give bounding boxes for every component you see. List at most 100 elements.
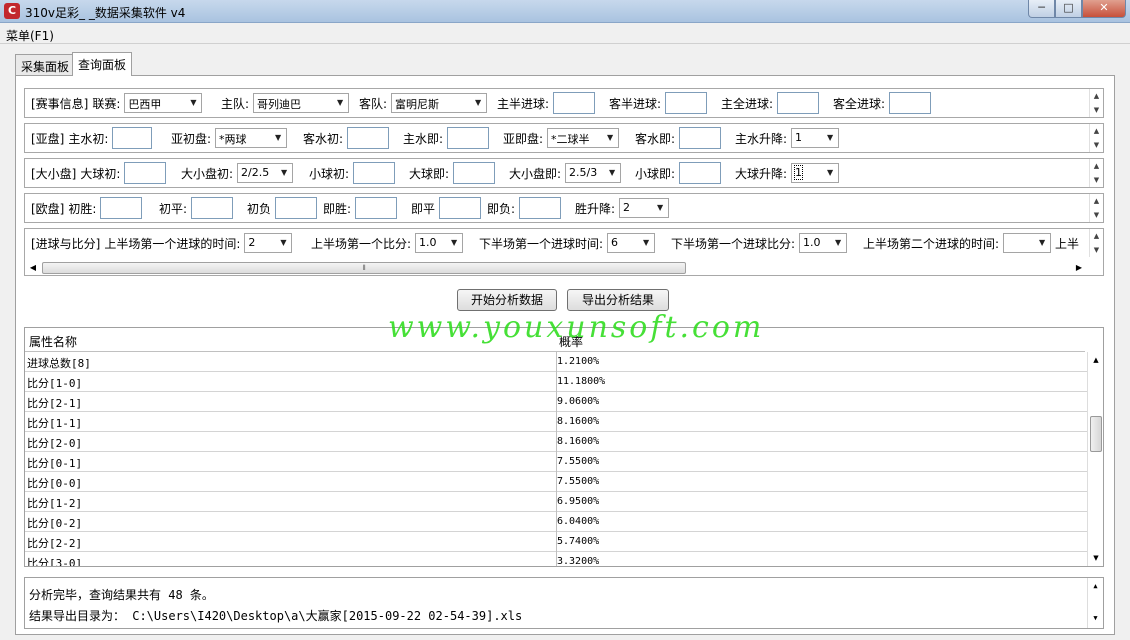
- over-now-input[interactable]: [453, 162, 496, 184]
- watermark: www.youxunsoft.com: [388, 310, 765, 345]
- home-half-goals-input[interactable]: [553, 92, 596, 114]
- table-row[interactable]: 比分[0-0] 7.5500%: [25, 472, 1087, 492]
- table-scrollbar[interactable]: ▲ ▼: [1087, 352, 1103, 566]
- h1-first-score-select[interactable]: 1.0 ▼: [415, 233, 464, 253]
- line-now-select[interactable]: 2.5/3 ▼: [565, 163, 622, 183]
- close-button[interactable]: ✕: [1082, 0, 1126, 18]
- table-row[interactable]: 进球总数[8] 1.2100%: [25, 352, 1087, 372]
- scroll-thumb[interactable]: ⦀: [42, 262, 686, 274]
- euro-group-label: [欧盘]: [31, 201, 65, 216]
- draw-init-input[interactable]: [191, 197, 234, 219]
- row-scrollbar[interactable]: ▲ ▼: [1089, 89, 1103, 117]
- scroll-down-icon[interactable]: ▼: [1088, 550, 1103, 566]
- away-half-goals-input[interactable]: [665, 92, 708, 114]
- scroll-down-icon[interactable]: ▼: [1088, 610, 1103, 626]
- chevron-down-icon: ▼: [474, 98, 482, 107]
- under-now-input[interactable]: [679, 162, 722, 184]
- away-water-init-input[interactable]: [347, 127, 390, 149]
- row-scrollbar[interactable]: ▲ ▼: [1089, 159, 1103, 187]
- row-scrollbar[interactable]: ▲ ▼: [1089, 124, 1103, 152]
- away-water-now-input[interactable]: [679, 127, 722, 149]
- scroll-up-icon[interactable]: ▲: [1090, 159, 1103, 173]
- table-row[interactable]: 比分[2-2] 5.7400%: [25, 532, 1087, 552]
- handicap-now-select[interactable]: *二球半 ▼: [547, 128, 620, 148]
- handicap-init-select[interactable]: *两球 ▼: [215, 128, 288, 148]
- table-row[interactable]: 比分[1-1] 8.1600%: [25, 412, 1087, 432]
- lose-init-input[interactable]: [275, 197, 318, 219]
- away-full-goals-input[interactable]: [889, 92, 932, 114]
- scroll-thumb[interactable]: [1090, 416, 1102, 452]
- table-row[interactable]: 比分[0-2] 6.0400%: [25, 512, 1087, 532]
- lose-now-input[interactable]: [519, 197, 562, 219]
- win-now-input[interactable]: [355, 197, 398, 219]
- lose-init-label: 初负: [247, 201, 272, 216]
- scroll-down-icon[interactable]: ▼: [1090, 243, 1103, 257]
- scroll-left-icon[interactable]: ◀: [26, 261, 40, 275]
- log-scrollbar[interactable]: ▲ ▼: [1087, 578, 1103, 628]
- export-button[interactable]: 导出分析结果: [567, 289, 669, 311]
- scroll-down-icon[interactable]: ▼: [1090, 103, 1103, 117]
- table-row[interactable]: 比分[2-0] 8.1600%: [25, 432, 1087, 452]
- home-water-rise-select[interactable]: 1 ▼: [791, 128, 840, 148]
- chevron-down-icon: ▼: [656, 203, 664, 212]
- match-group-label: [赛事信息]: [31, 96, 89, 111]
- away-team-select[interactable]: 富明尼斯 ▼: [391, 93, 488, 113]
- table-row[interactable]: 比分[0-1] 7.5500%: [25, 452, 1087, 472]
- scroll-up-icon[interactable]: ▲: [1088, 578, 1103, 594]
- table-row[interactable]: 比分[1-2] 6.9500%: [25, 492, 1087, 512]
- handicap-init-label: 亚初盘:: [171, 131, 212, 146]
- minimize-button[interactable]: ─: [1028, 0, 1055, 18]
- table-body: 进球总数[8] 1.2100% 比分[1-0] 11.1800% 比分[2-1] 9.…: [25, 352, 1087, 566]
- h2-first-score-label: 下半场第一个进球比分:: [671, 236, 796, 251]
- tab-collect[interactable]: 采集面板: [15, 54, 76, 75]
- line-init-label: 大小盘初:: [181, 166, 234, 181]
- table-row[interactable]: 比分[2-1] 9.0600%: [25, 392, 1087, 412]
- scroll-up-icon[interactable]: ▲: [1090, 124, 1103, 138]
- horizontal-scrollbar[interactable]: ◀ ⦀ ▶: [26, 261, 1086, 275]
- scroll-up-icon[interactable]: ▲: [1090, 229, 1103, 243]
- table-row[interactable]: 比分[3-0] 3.3200%: [25, 552, 1087, 566]
- grip-icon: ⦀: [362, 264, 366, 272]
- line-init-select[interactable]: 2/2.5 ▼: [237, 163, 294, 183]
- win-init-input[interactable]: [100, 197, 143, 219]
- col-name-header[interactable]: 属性名称: [29, 333, 77, 350]
- over-init-input[interactable]: [124, 162, 167, 184]
- draw-now-input[interactable]: [439, 197, 482, 219]
- over-rise-select[interactable]: 1 ▼: [791, 163, 840, 183]
- row-scrollbar[interactable]: ▲ ▼: [1089, 194, 1103, 222]
- h2-first-time-label: 下半场第一个进球时间:: [479, 236, 604, 251]
- home-full-goals-input[interactable]: [777, 92, 820, 114]
- scroll-right-icon[interactable]: ▶: [1072, 261, 1086, 275]
- scroll-down-icon[interactable]: ▼: [1090, 208, 1103, 222]
- over-rise-label: 大球升降:: [735, 166, 788, 181]
- win-now-label: 即胜:: [323, 201, 352, 216]
- tab-query[interactable]: 查询面板: [72, 52, 133, 76]
- maximize-button[interactable]: □: [1055, 0, 1082, 18]
- scroll-up-icon[interactable]: ▲: [1090, 194, 1103, 208]
- home-water-init-label: 主水初:: [68, 131, 109, 146]
- under-init-input[interactable]: [353, 162, 396, 184]
- scroll-up-icon[interactable]: ▲: [1088, 352, 1103, 368]
- league-select[interactable]: 巴西甲 ▼: [124, 93, 203, 113]
- h1-first-time-select[interactable]: 2 ▼: [244, 233, 293, 253]
- win-rise-select[interactable]: 2 ▼: [619, 198, 670, 218]
- scroll-down-icon[interactable]: ▼: [1090, 173, 1103, 187]
- home-water-init-input[interactable]: [112, 127, 153, 149]
- log-output[interactable]: 分析完毕，查询结果共有 48 条。 结果导出目录为： C:\Users\I420…: [24, 577, 1104, 629]
- h1-second-time-select[interactable]: ▼: [1003, 233, 1052, 253]
- row-scrollbar[interactable]: ▲ ▼: [1089, 229, 1103, 257]
- scroll-up-icon[interactable]: ▲: [1090, 89, 1103, 103]
- h1-second-time-label: 上半场第二个进球的时间:: [863, 236, 1000, 251]
- analyze-button[interactable]: 开始分析数据: [457, 289, 557, 311]
- home-team-select[interactable]: 哥列迪巴 ▼: [253, 93, 350, 113]
- asian-group-label: [亚盘]: [31, 131, 65, 146]
- menu-item-main[interactable]: 菜单(F1): [6, 27, 54, 44]
- app-icon: C: [4, 3, 20, 19]
- draw-init-label: 初平:: [159, 201, 188, 216]
- scroll-down-icon[interactable]: ▼: [1090, 138, 1103, 152]
- h2-first-time-select[interactable]: 6 ▼: [607, 233, 656, 253]
- h2-first-score-select[interactable]: 1.0 ▼: [799, 233, 848, 253]
- home-water-now-input[interactable]: [447, 127, 490, 149]
- menu-bar: 菜单(F1): [0, 24, 1130, 44]
- table-row[interactable]: 比分[1-0] 11.1800%: [25, 372, 1087, 392]
